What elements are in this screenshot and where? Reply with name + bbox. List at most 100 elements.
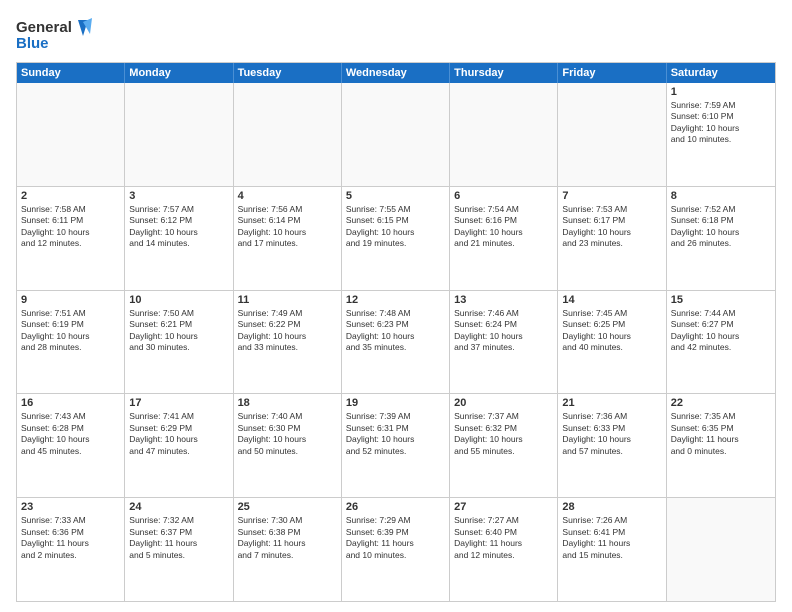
header-day-tuesday: Tuesday <box>234 63 342 83</box>
day-number: 18 <box>238 397 337 409</box>
day-cell-14: 14 Sunrise: 7:45 AM Sunset: 6:25 PM Dayli… <box>558 291 666 394</box>
empty-cell <box>17 83 125 186</box>
day-cell-10: 10 Sunrise: 7:50 AM Sunset: 6:21 PM Dayli… <box>125 291 233 394</box>
empty-cell <box>450 83 558 186</box>
day-number: 5 <box>346 190 445 202</box>
day-number: 20 <box>454 397 553 409</box>
day-number: 7 <box>562 190 661 202</box>
day-cell-20: 20 Sunrise: 7:37 AM Sunset: 6:32 PM Dayli… <box>450 394 558 497</box>
day-info: Sunrise: 7:37 AM Sunset: 6:32 PM Dayligh… <box>454 411 553 457</box>
day-number: 24 <box>129 501 228 513</box>
day-cell-5: 5 Sunrise: 7:55 AM Sunset: 6:15 PM Daylig… <box>342 187 450 290</box>
page: GeneralBlue SundayMondayTuesdayWednesday… <box>0 0 792 612</box>
day-number: 12 <box>346 294 445 306</box>
day-info: Sunrise: 7:50 AM Sunset: 6:21 PM Dayligh… <box>129 308 228 354</box>
day-info: Sunrise: 7:41 AM Sunset: 6:29 PM Dayligh… <box>129 411 228 457</box>
day-info: Sunrise: 7:30 AM Sunset: 6:38 PM Dayligh… <box>238 515 337 561</box>
day-number: 11 <box>238 294 337 306</box>
day-cell-19: 19Sunrise: 7:39 AM Sunset: 6:31 PM Dayli… <box>342 394 450 497</box>
day-info: Sunrise: 7:26 AM Sunset: 6:41 PM Dayligh… <box>562 515 661 561</box>
day-info: Sunrise: 7:59 AM Sunset: 6:10 PM Dayligh… <box>671 100 771 146</box>
day-cell-16: 16 Sunrise: 7:43 AM Sunset: 6:28 PM Dayli… <box>17 394 125 497</box>
day-cell-11: 11 Sunrise: 7:49 AM Sunset: 6:22 PM Dayli… <box>234 291 342 394</box>
day-cell-7: 7 Sunrise: 7:53 AM Sunset: 6:17 PM Daylig… <box>558 187 666 290</box>
day-cell-13: 13 Sunrise: 7:46 AM Sunset: 6:24 PM Dayli… <box>450 291 558 394</box>
day-number: 4 <box>238 190 337 202</box>
day-info: Sunrise: 7:44 AM Sunset: 6:27 PM Dayligh… <box>671 308 771 354</box>
header-day-saturday: Saturday <box>667 63 775 83</box>
day-info: Sunrise: 7:32 AM Sunset: 6:37 PM Dayligh… <box>129 515 228 561</box>
header-day-wednesday: Wednesday <box>342 63 450 83</box>
svg-text:General: General <box>16 19 72 36</box>
day-cell-8: 8 Sunrise: 7:52 AM Sunset: 6:18 PM Daylig… <box>667 187 775 290</box>
day-cell-23: 23 Sunrise: 7:33 AM Sunset: 6:36 PM Dayli… <box>17 498 125 601</box>
day-info: Sunrise: 7:46 AM Sunset: 6:24 PM Dayligh… <box>454 308 553 354</box>
logo-svg: GeneralBlue <box>16 16 96 54</box>
day-cell-9: 9 Sunrise: 7:51 AM Sunset: 6:19 PM Daylig… <box>17 291 125 394</box>
day-info: Sunrise: 7:43 AM Sunset: 6:28 PM Dayligh… <box>21 411 120 457</box>
day-number: 26 <box>346 501 445 513</box>
calendar-row-4: 23 Sunrise: 7:33 AM Sunset: 6:36 PM Dayli… <box>17 497 775 601</box>
empty-cell <box>125 83 233 186</box>
day-cell-25: 25Sunrise: 7:30 AM Sunset: 6:38 PM Dayli… <box>234 498 342 601</box>
day-cell-3: 3 Sunrise: 7:57 AM Sunset: 6:12 PM Daylig… <box>125 187 233 290</box>
day-number: 1 <box>671 86 771 98</box>
day-cell-12: 12 Sunrise: 7:48 AM Sunset: 6:23 PM Dayli… <box>342 291 450 394</box>
calendar-header: SundayMondayTuesdayWednesdayThursdayFrid… <box>17 63 775 83</box>
day-cell-18: 18 Sunrise: 7:40 AM Sunset: 6:30 PM Dayli… <box>234 394 342 497</box>
day-info: Sunrise: 7:33 AM Sunset: 6:36 PM Dayligh… <box>21 515 120 561</box>
empty-cell <box>558 83 666 186</box>
day-info: Sunrise: 7:40 AM Sunset: 6:30 PM Dayligh… <box>238 411 337 457</box>
day-info: Sunrise: 7:49 AM Sunset: 6:22 PM Dayligh… <box>238 308 337 354</box>
day-cell-4: 4 Sunrise: 7:56 AM Sunset: 6:14 PM Daylig… <box>234 187 342 290</box>
day-cell-6: 6Sunrise: 7:54 AM Sunset: 6:16 PM Daylig… <box>450 187 558 290</box>
header-day-sunday: Sunday <box>17 63 125 83</box>
day-info: Sunrise: 7:27 AM Sunset: 6:40 PM Dayligh… <box>454 515 553 561</box>
calendar-row-2: 9 Sunrise: 7:51 AM Sunset: 6:19 PM Daylig… <box>17 290 775 394</box>
day-number: 28 <box>562 501 661 513</box>
day-info: Sunrise: 7:48 AM Sunset: 6:23 PM Dayligh… <box>346 308 445 354</box>
day-number: 15 <box>671 294 771 306</box>
day-info: Sunrise: 7:56 AM Sunset: 6:14 PM Dayligh… <box>238 204 337 250</box>
day-info: Sunrise: 7:58 AM Sunset: 6:11 PM Dayligh… <box>21 204 120 250</box>
day-info: Sunrise: 7:35 AM Sunset: 6:35 PM Dayligh… <box>671 411 771 457</box>
day-info: Sunrise: 7:51 AM Sunset: 6:19 PM Dayligh… <box>21 308 120 354</box>
calendar-row-3: 16 Sunrise: 7:43 AM Sunset: 6:28 PM Dayli… <box>17 393 775 497</box>
day-info: Sunrise: 7:29 AM Sunset: 6:39 PM Dayligh… <box>346 515 445 561</box>
day-cell-17: 17 Sunrise: 7:41 AM Sunset: 6:29 PM Dayli… <box>125 394 233 497</box>
day-number: 8 <box>671 190 771 202</box>
day-cell-24: 24 Sunrise: 7:32 AM Sunset: 6:37 PM Dayli… <box>125 498 233 601</box>
day-number: 16 <box>21 397 120 409</box>
day-info: Sunrise: 7:53 AM Sunset: 6:17 PM Dayligh… <box>562 204 661 250</box>
day-number: 13 <box>454 294 553 306</box>
day-info: Sunrise: 7:55 AM Sunset: 6:15 PM Dayligh… <box>346 204 445 250</box>
header: GeneralBlue <box>16 16 776 54</box>
logo: GeneralBlue <box>16 16 96 54</box>
calendar-row-1: 2 Sunrise: 7:58 AM Sunset: 6:11 PM Daylig… <box>17 186 775 290</box>
day-number: 27 <box>454 501 553 513</box>
svg-text:Blue: Blue <box>16 35 49 52</box>
day-number: 9 <box>21 294 120 306</box>
day-number: 14 <box>562 294 661 306</box>
day-cell-28: 28 Sunrise: 7:26 AM Sunset: 6:41 PM Dayli… <box>558 498 666 601</box>
empty-cell <box>667 498 775 601</box>
day-number: 21 <box>562 397 661 409</box>
day-number: 6 <box>454 190 553 202</box>
day-cell-21: 21 Sunrise: 7:36 AM Sunset: 6:33 PM Dayli… <box>558 394 666 497</box>
day-cell-22: 22Sunrise: 7:35 AM Sunset: 6:35 PM Dayli… <box>667 394 775 497</box>
day-info: Sunrise: 7:52 AM Sunset: 6:18 PM Dayligh… <box>671 204 771 250</box>
day-number: 2 <box>21 190 120 202</box>
day-number: 10 <box>129 294 228 306</box>
day-info: Sunrise: 7:36 AM Sunset: 6:33 PM Dayligh… <box>562 411 661 457</box>
calendar-body: 1 Sunrise: 7:59 AM Sunset: 6:10 PM Daylig… <box>17 83 775 601</box>
day-number: 17 <box>129 397 228 409</box>
day-cell-26: 26 Sunrise: 7:29 AM Sunset: 6:39 PM Dayli… <box>342 498 450 601</box>
day-info: Sunrise: 7:57 AM Sunset: 6:12 PM Dayligh… <box>129 204 228 250</box>
empty-cell <box>342 83 450 186</box>
day-number: 23 <box>21 501 120 513</box>
header-day-friday: Friday <box>558 63 666 83</box>
day-number: 3 <box>129 190 228 202</box>
day-info: Sunrise: 7:45 AM Sunset: 6:25 PM Dayligh… <box>562 308 661 354</box>
day-cell-1: 1 Sunrise: 7:59 AM Sunset: 6:10 PM Daylig… <box>667 83 775 186</box>
header-day-monday: Monday <box>125 63 233 83</box>
